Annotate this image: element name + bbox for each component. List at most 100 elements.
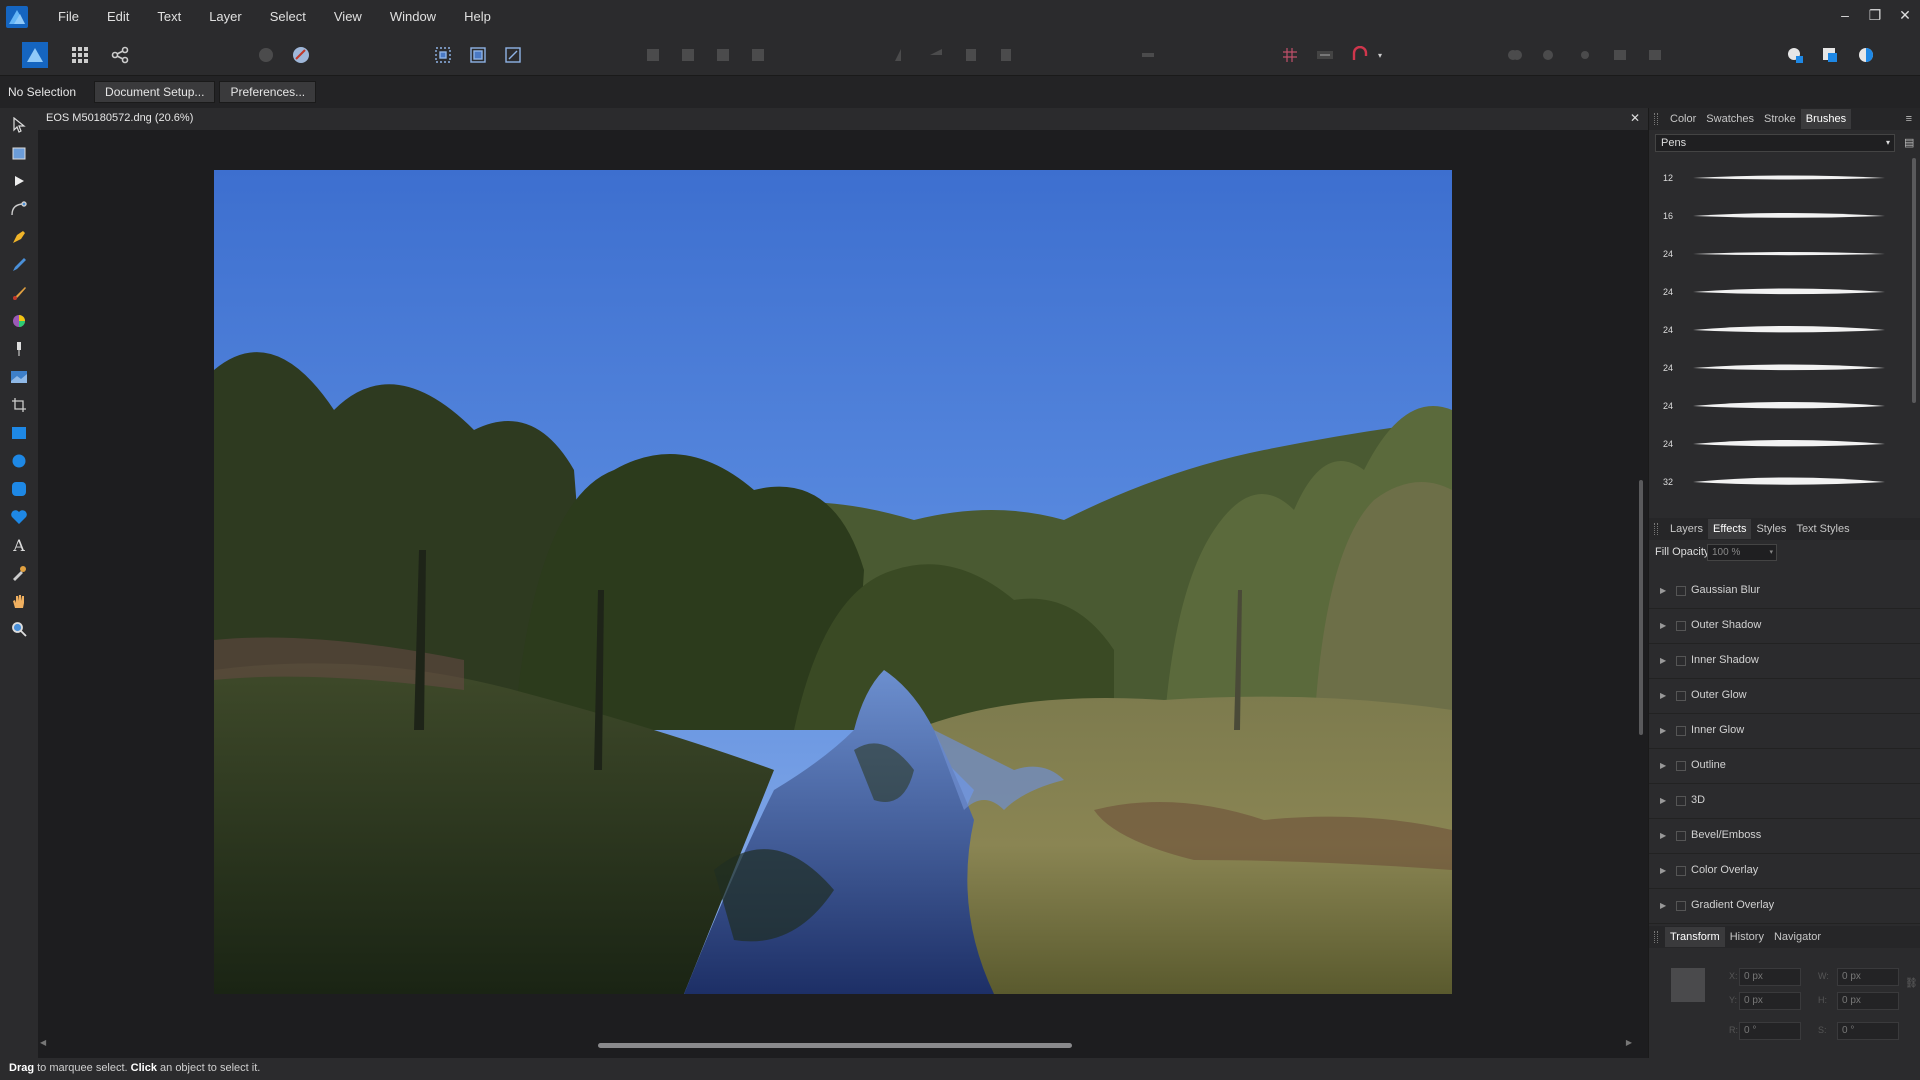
tab-transform[interactable]: Transform — [1665, 927, 1725, 947]
boolean-divide-icon[interactable] — [1642, 42, 1668, 68]
scroll-right-icon[interactable]: ▶ — [1626, 1038, 1632, 1047]
color-picker-tool-icon[interactable] — [8, 562, 30, 584]
expand-arrow-icon[interactable]: ▶ — [1660, 621, 1666, 630]
align-icon[interactable] — [1135, 42, 1161, 68]
effect-inner-glow[interactable]: ▶ Inner Glow — [1649, 714, 1920, 749]
node-tool-icon[interactable] — [8, 170, 30, 192]
brush-item[interactable]: 24 — [1649, 236, 1911, 274]
rounded-rectangle-tool-icon[interactable] — [8, 478, 30, 500]
insert-inside-icon[interactable] — [1818, 42, 1844, 68]
effect-checkbox[interactable] — [1676, 901, 1686, 911]
effect-bevel-emboss[interactable]: ▶ Bevel/Emboss — [1649, 819, 1920, 854]
flip-horizontal-icon[interactable] — [888, 42, 914, 68]
effect-color-overlay[interactable]: ▶ Color Overlay — [1649, 854, 1920, 889]
effect-inner-shadow[interactable]: ▶ Inner Shadow — [1649, 644, 1920, 679]
minimize-icon[interactable]: – — [1830, 0, 1860, 30]
effect-checkbox[interactable] — [1676, 796, 1686, 806]
fill-opacity-input[interactable]: 100 % ▾ — [1707, 544, 1777, 561]
expand-arrow-icon[interactable]: ▶ — [1660, 691, 1666, 700]
guides-icon[interactable] — [1312, 42, 1338, 68]
snapping-dropdown-icon[interactable]: ▾ — [1375, 42, 1385, 68]
close-document-icon[interactable]: ✕ — [1630, 111, 1640, 125]
tab-swatches[interactable]: Swatches — [1701, 109, 1759, 129]
menu-file[interactable]: File — [44, 0, 93, 34]
menu-view[interactable]: View — [320, 0, 376, 34]
fill-tool-icon[interactable] — [8, 310, 30, 332]
tab-stroke[interactable]: Stroke — [1759, 109, 1801, 129]
place-image-tool-icon[interactable] — [8, 366, 30, 388]
y-field[interactable]: 0 px — [1739, 992, 1801, 1010]
effect-checkbox[interactable] — [1676, 866, 1686, 876]
photo-canvas[interactable] — [214, 170, 1452, 994]
scroll-left-icon[interactable]: ◀ — [40, 1038, 46, 1047]
tab-effects[interactable]: Effects — [1708, 519, 1752, 539]
brush-item[interactable]: 24 — [1649, 426, 1911, 464]
brush-category-select[interactable]: Pens ▾ — [1655, 134, 1895, 152]
heart-shape-tool-icon[interactable] — [8, 506, 30, 528]
effect-checkbox[interactable] — [1676, 656, 1686, 666]
tab-navigator[interactable]: Navigator — [1769, 927, 1826, 947]
tab-brushes[interactable]: Brushes — [1800, 109, 1852, 129]
effect-checkbox[interactable] — [1676, 691, 1686, 701]
menu-window[interactable]: Window — [376, 0, 450, 34]
brush-item[interactable]: 12 — [1649, 160, 1911, 198]
brush-item[interactable]: 16 — [1649, 198, 1911, 236]
boolean-xor-icon[interactable] — [1607, 42, 1633, 68]
brush-item[interactable]: 24 — [1649, 312, 1911, 350]
shear-field[interactable]: 0 ° — [1837, 1022, 1899, 1040]
expand-arrow-icon[interactable]: ▶ — [1660, 656, 1666, 665]
grid-icon[interactable] — [1277, 42, 1303, 68]
panel-grip-icon[interactable] — [1654, 931, 1658, 943]
pixel-persona-icon[interactable] — [67, 42, 93, 68]
document-tab[interactable]: EOS M50180572.dng (20.6%) ✕ — [38, 108, 1648, 130]
w-field[interactable]: 0 px — [1837, 968, 1899, 986]
menu-select[interactable]: Select — [256, 0, 320, 34]
preferences-button[interactable]: Preferences... — [219, 81, 317, 103]
vertical-scrollbar[interactable] — [1634, 130, 1648, 1028]
brush-item[interactable]: 24 — [1649, 274, 1911, 312]
transparency-tool-icon[interactable] — [8, 338, 30, 360]
boolean-add-icon[interactable] — [1502, 42, 1528, 68]
brush-item[interactable]: 32 — [1649, 464, 1911, 502]
arrange-front-icon[interactable] — [745, 42, 771, 68]
expand-arrow-icon[interactable]: ▶ — [1660, 726, 1666, 735]
expand-arrow-icon[interactable]: ▶ — [1660, 866, 1666, 875]
zoom-tool-icon[interactable] — [8, 618, 30, 640]
artboard-tool-icon[interactable] — [8, 142, 30, 164]
insert-behind-icon[interactable] — [1783, 42, 1809, 68]
menu-text[interactable]: Text — [143, 0, 195, 34]
snapping-magnet-icon[interactable] — [1347, 42, 1373, 68]
horizontal-scrollbar[interactable]: ◀ ▶ — [38, 1038, 1634, 1052]
arrange-back-icon[interactable] — [640, 42, 666, 68]
expand-arrow-icon[interactable]: ▶ — [1660, 796, 1666, 805]
arrange-forward-icon[interactable] — [710, 42, 736, 68]
tab-styles[interactable]: Styles — [1751, 519, 1791, 539]
menu-layer[interactable]: Layer — [195, 0, 256, 34]
crop-tool-icon[interactable] — [8, 394, 30, 416]
panel-grip-icon[interactable] — [1654, 523, 1658, 535]
menu-help[interactable]: Help — [450, 0, 505, 34]
ellipse-tool-icon[interactable] — [8, 450, 30, 472]
tab-text-styles[interactable]: Text Styles — [1791, 519, 1854, 539]
effect-outer-shadow[interactable]: ▶ Outer Shadow — [1649, 609, 1920, 644]
expand-arrow-icon[interactable]: ▶ — [1660, 761, 1666, 770]
arrange-backward-icon[interactable] — [675, 42, 701, 68]
brush-list-scrollbar[interactable] — [1912, 158, 1916, 403]
panel-grip-icon[interactable] — [1654, 113, 1658, 125]
h-field[interactable]: 0 px — [1837, 992, 1899, 1010]
expand-arrow-icon[interactable]: ▶ — [1660, 831, 1666, 840]
pen-tool-icon[interactable] — [8, 226, 30, 248]
flip-vertical-icon[interactable] — [923, 42, 949, 68]
anchor-selector-icon[interactable] — [1671, 968, 1705, 1002]
tab-history[interactable]: History — [1725, 927, 1769, 947]
designer-persona-icon[interactable] — [22, 42, 48, 68]
hand-tool-icon[interactable] — [8, 590, 30, 612]
vertical-scroll-thumb[interactable] — [1639, 480, 1643, 735]
sync-icon[interactable] — [253, 42, 279, 68]
rotate-right-icon[interactable] — [993, 42, 1019, 68]
brush-item[interactable]: 24 — [1649, 350, 1911, 388]
corner-tool-icon[interactable] — [8, 198, 30, 220]
insert-front-icon[interactable] — [1854, 42, 1880, 68]
snap-transform-icon[interactable] — [465, 42, 491, 68]
effect-checkbox[interactable] — [1676, 761, 1686, 771]
